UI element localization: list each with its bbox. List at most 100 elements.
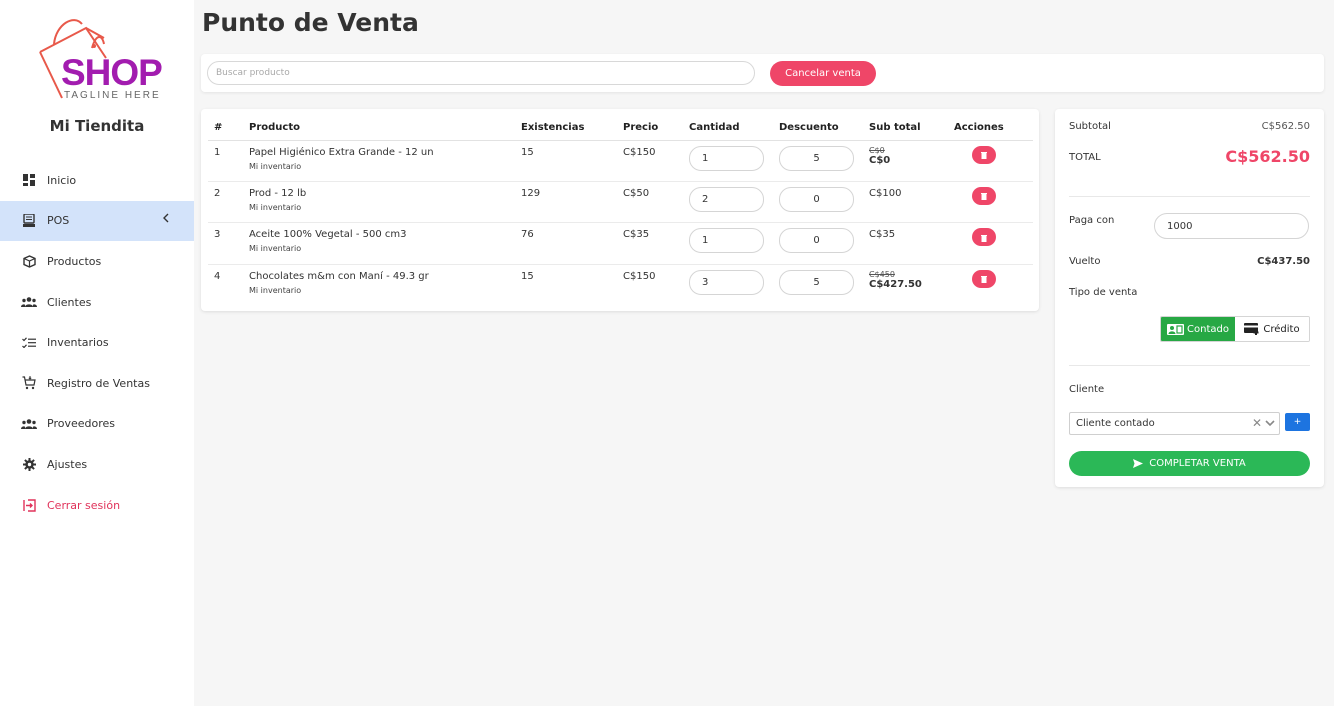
table-row: 3 Aceite 100% Vegetal - 500 cm3 Mi inven… xyxy=(208,222,1033,265)
logo-text: SHOP xyxy=(61,52,163,93)
price-cell: C$150 xyxy=(623,270,656,282)
cancel-sale-button[interactable]: Cancelar venta xyxy=(770,61,876,86)
subtotal-row: Subtotal C$562.50 xyxy=(1069,121,1310,132)
add-client-button[interactable]: + xyxy=(1285,413,1310,431)
inventory-label: Mi inventario xyxy=(249,285,302,295)
sidebar-item-ajustes[interactable]: Ajustes xyxy=(0,444,194,485)
col-header-number: # xyxy=(208,116,243,141)
delete-item-button[interactable] xyxy=(972,269,996,288)
discount-input[interactable] xyxy=(779,269,854,295)
client-select[interactable]: Cliente contado ✕ xyxy=(1069,412,1280,435)
sidebar-item-clientes[interactable]: Clientes xyxy=(0,282,194,323)
credit-card-icon xyxy=(1244,323,1260,335)
select-controls: ✕ xyxy=(1252,416,1275,430)
trash-icon xyxy=(981,230,987,245)
divider xyxy=(1069,196,1310,197)
discount-input[interactable] xyxy=(779,145,854,171)
change-row: Vuelto C$437.50 xyxy=(1069,256,1310,267)
subtotal-cell: C$35 xyxy=(863,222,948,265)
change-amount: C$437.50 xyxy=(1257,256,1310,267)
sale-type-cash-label: Contado xyxy=(1187,323,1229,335)
table-row: 4 Chocolates m&m con Maní - 49.3 gr Mi i… xyxy=(208,264,1033,305)
sidebar-item-inventarios[interactable]: Inventarios xyxy=(0,322,194,363)
actions-cell xyxy=(948,140,1033,182)
stock-cell: 15 xyxy=(515,140,617,182)
total-amount: C$562.50 xyxy=(1225,147,1310,166)
col-header-discount: Descuento xyxy=(773,116,863,141)
product-name: Papel Higiénico Extra Grande - 12 un xyxy=(249,146,434,158)
discount-cell xyxy=(773,140,863,182)
cart-table: # Producto Existencias Precio Cantidad D… xyxy=(208,116,1033,306)
sidebar-item-label: Inicio xyxy=(47,173,77,187)
trash-icon xyxy=(981,147,987,162)
col-header-price: Precio xyxy=(617,116,683,141)
table-row: 1 Papel Higiénico Extra Grande - 12 un M… xyxy=(208,140,1033,182)
product-name: Prod - 12 lb xyxy=(249,187,307,199)
quantity-cell xyxy=(683,222,773,265)
sidebar-item-label: Productos xyxy=(47,254,102,268)
search-bar: Cancelar venta xyxy=(201,54,1324,92)
quantity-cell xyxy=(683,140,773,182)
quantity-input[interactable] xyxy=(689,186,764,212)
price-cell: C$35 xyxy=(617,222,683,265)
sale-type-credit-button[interactable]: Crédito xyxy=(1235,317,1309,341)
users-icon xyxy=(21,416,37,432)
total-label: TOTAL xyxy=(1069,152,1101,163)
chevron-down-icon[interactable] xyxy=(1265,416,1275,430)
subtotal-value: C$35 xyxy=(869,229,896,241)
sidebar-item-label: Proveedores xyxy=(47,417,115,431)
sidebar-item-label: Registro de Ventas xyxy=(47,376,150,390)
dashboard-icon xyxy=(21,172,37,188)
chevron-left-icon xyxy=(162,213,170,226)
quantity-cell xyxy=(683,264,773,305)
logo-tagline: TAGLINE HERE xyxy=(64,90,161,101)
sidebar-item-proveedores[interactable]: Proveedores xyxy=(0,404,194,445)
trash-icon xyxy=(981,188,987,203)
cart-icon xyxy=(21,375,37,391)
sidebar-item-inicio[interactable]: Inicio xyxy=(0,160,194,201)
client-row: Cliente xyxy=(1069,384,1310,395)
trash-icon xyxy=(981,271,987,286)
discount-input[interactable] xyxy=(779,228,854,254)
stock-cell: 129 xyxy=(515,181,617,224)
search-product-input[interactable] xyxy=(207,61,755,85)
sidebar-item-registro-ventas[interactable]: Registro de Ventas xyxy=(0,363,194,404)
discount-input[interactable] xyxy=(779,186,854,212)
sale-type-cash-button[interactable]: Contado xyxy=(1161,317,1235,341)
cart-table-card: # Producto Existencias Precio Cantidad D… xyxy=(201,109,1039,311)
delete-item-button[interactable] xyxy=(972,145,996,164)
complete-sale-label: COMPLETAR VENTA xyxy=(1149,458,1246,469)
col-header-quantity: Cantidad xyxy=(683,116,773,141)
delete-item-button[interactable] xyxy=(972,228,996,247)
divider xyxy=(1069,365,1310,366)
delete-item-button[interactable] xyxy=(972,186,996,205)
col-header-stock: Existencias xyxy=(515,116,617,141)
sidebar-item-cerrar-sesion[interactable]: Cerrar sesión xyxy=(0,485,194,526)
subtotal-cell: C$100 xyxy=(863,181,948,224)
quantity-input[interactable] xyxy=(689,145,764,171)
row-number: 4 xyxy=(214,270,221,282)
change-label: Vuelto xyxy=(1069,256,1101,267)
sidebar-item-label: Cerrar sesión xyxy=(47,498,121,512)
product-cell: Chocolates m&m con Maní - 49.3 gr Mi inv… xyxy=(243,264,515,305)
complete-sale-button[interactable]: COMPLETAR VENTA xyxy=(1069,451,1310,476)
stock-cell: 76 xyxy=(515,222,617,265)
sidebar-item-productos[interactable]: Productos xyxy=(0,241,194,282)
quantity-input[interactable] xyxy=(689,269,764,295)
sidebar-item-pos[interactable]: POS xyxy=(0,200,194,242)
client-selected-value: Cliente contado xyxy=(1076,418,1155,429)
discount-cell xyxy=(773,181,863,224)
box-icon xyxy=(21,253,37,269)
clear-icon[interactable]: ✕ xyxy=(1252,416,1262,430)
users-icon xyxy=(21,294,37,310)
cash-id-card-icon xyxy=(1167,323,1185,335)
quantity-input[interactable] xyxy=(689,228,764,254)
logout-icon xyxy=(21,497,37,513)
subtotal-value: C$0 xyxy=(869,154,891,166)
subtotal-value: C$100 xyxy=(869,187,902,199)
col-header-actions: Acciones xyxy=(948,116,1033,141)
pay-with-input[interactable] xyxy=(1154,213,1309,239)
gear-icon xyxy=(21,456,37,472)
discount-cell xyxy=(773,222,863,265)
row-number: 2 xyxy=(208,181,243,224)
